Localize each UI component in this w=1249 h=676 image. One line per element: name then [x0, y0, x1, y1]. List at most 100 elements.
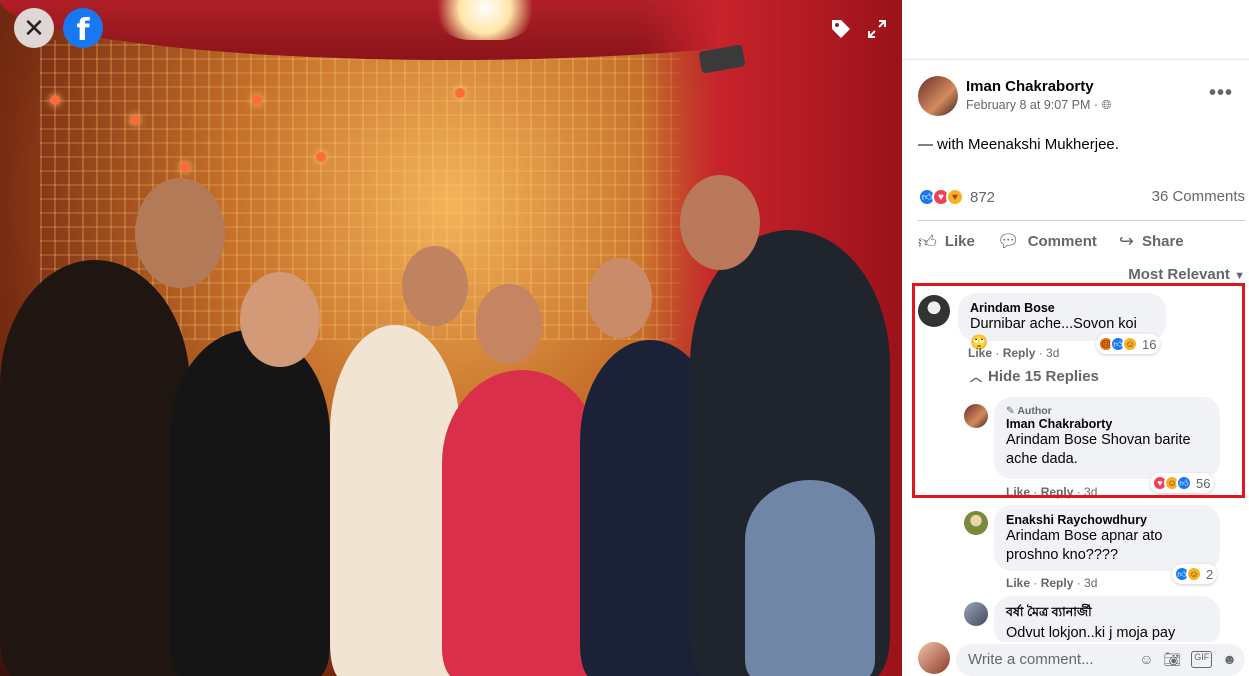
reply-reply-link[interactable]: Reply — [1041, 485, 1074, 499]
reply-reactions[interactable]: 👍︎ ☺ 2 — [1172, 564, 1218, 584]
comment-reactions[interactable]: ☹ 👍︎ ☺ 16 — [1096, 334, 1161, 354]
comment-meta: Like · Reply · 3d — [968, 346, 1060, 360]
reply-meta: Like · Reply · 3d — [1006, 485, 1098, 499]
photo-lamp — [252, 95, 262, 105]
reply-time[interactable]: 3d — [1084, 576, 1097, 590]
avatar[interactable] — [918, 642, 950, 674]
post-with-line: — with Meenakshi Mukherjee. — [918, 136, 1119, 153]
comment-time[interactable]: 3d — [1046, 346, 1059, 360]
with-suffix: . — [1114, 136, 1119, 153]
comment-like-link[interactable]: Like — [968, 346, 992, 360]
photo-lamp — [455, 88, 465, 98]
caret-down-icon: ▼ — [1234, 270, 1245, 282]
hide-replies-button[interactable]: ︿ Hide 15 Replies — [970, 368, 1099, 385]
avatar[interactable] — [918, 295, 950, 327]
mention-link[interactable]: Arindam Bose — [1006, 528, 1097, 544]
more-options-button[interactable]: ••• — [1209, 82, 1233, 105]
panel-top-bar — [902, 0, 1249, 60]
speech-bubble-icon: 💬︎ — [996, 231, 1020, 251]
comment-sort-dropdown[interactable]: Most Relevant ▼ — [1128, 266, 1245, 283]
photo-lamp — [316, 152, 326, 162]
post-side-panel: Iman Chakraborty February 8 at 9:07 PM ·… — [902, 0, 1249, 676]
reply-text: Odvut lokjon..ki j moja pay — [1006, 625, 1176, 641]
like-button[interactable]: 👍︎ Like — [918, 231, 975, 253]
share-arrow-icon: ↪ — [1118, 231, 1134, 251]
reply-reaction-count: 56 — [1196, 475, 1211, 491]
facebook-logo-letter: f — [76, 12, 90, 48]
reply-meta: Like · Reply · 3d — [1006, 576, 1098, 590]
photo-person-jeans — [745, 480, 875, 676]
reply-text: Arindam Bose Shovan barite ache dada. — [1006, 431, 1208, 469]
comment-author-name[interactable]: Arindam Bose — [970, 301, 1154, 315]
expand-button[interactable] — [864, 16, 890, 42]
comment-reply-link[interactable]: Reply — [1003, 346, 1036, 360]
thumbs-up-icon: 👍︎ — [918, 231, 937, 252]
haha-reaction-icon: ☺ — [1122, 336, 1138, 352]
comment-button[interactable]: 💬︎ Comment — [997, 231, 1097, 252]
author-badge: ✎ Author — [1006, 405, 1208, 417]
like-label: Like — [944, 233, 975, 250]
reply-reply-link[interactable]: Reply — [1041, 576, 1074, 590]
reply-bubble: বর্ষা মৈত্র ব্যানার্জী Odvut lokjon..ki … — [994, 596, 1220, 646]
gif-icon[interactable]: GIF — [1191, 651, 1213, 668]
comment-label: Comment — [1027, 233, 1097, 250]
comment-text-body: Durnibar ache...Sovon koi — [970, 316, 1137, 332]
reply-like-link[interactable]: Like — [1006, 485, 1030, 499]
chevron-up-icon: ︿ — [970, 370, 983, 384]
globe-icon: 🌐︎ — [1101, 98, 1112, 112]
photo-person — [442, 370, 602, 676]
photo-person-head — [680, 175, 760, 270]
reply-author-name[interactable]: Enakshi Raychowdhury — [1006, 513, 1208, 527]
avatar[interactable] — [918, 76, 958, 116]
share-button[interactable]: ↪ Share — [1119, 231, 1184, 252]
author-badge-label: Author — [1017, 405, 1052, 417]
avatar[interactable] — [964, 602, 988, 626]
avatar[interactable] — [964, 404, 988, 428]
photo-person-head — [240, 272, 320, 367]
haha-reaction-icon: ☺ — [1186, 566, 1202, 582]
like-reaction-icon: 👍︎ — [1176, 475, 1192, 491]
avatar[interactable] — [964, 511, 988, 535]
photo-viewer[interactable]: ✕ f — [0, 0, 902, 676]
mention-link[interactable]: Arindam Bose — [1006, 432, 1097, 448]
expand-icon — [868, 20, 886, 38]
sort-label: Most Relevant — [1128, 266, 1230, 283]
post-reactions[interactable]: 👍︎ ♥ ♥ 872 — [918, 188, 995, 206]
photo-person-head — [402, 246, 468, 326]
post-action-bar: 👍︎ Like 💬︎ Comment ↪ Share — [918, 220, 1245, 262]
tagged-person-link[interactable]: Meenakshi Mukherjee — [968, 136, 1115, 153]
reply-author-name[interactable]: Iman Chakraborty — [1006, 417, 1208, 431]
photo-lamp — [130, 115, 140, 125]
reply-author-name[interactable]: বর্ষা মৈত্র ব্যানার্জী — [1006, 604, 1208, 624]
reply-time[interactable]: 3d — [1084, 485, 1097, 499]
comment-input-tools: ☺ 📷︎ GIF ☻ — [1139, 651, 1237, 668]
post-date[interactable]: February 8 at 9:07 PM · 🌐︎ — [966, 98, 1112, 113]
photo-lamp — [50, 95, 60, 105]
comments-count-link[interactable]: 36 Comments — [1152, 188, 1245, 205]
post-author-name[interactable]: Iman Chakraborty — [966, 78, 1094, 95]
photo-person — [0, 260, 190, 676]
with-prefix: — with — [918, 136, 969, 153]
care-reaction-icon: ♥ — [946, 188, 964, 206]
reply-like-link[interactable]: Like — [1006, 576, 1030, 590]
tag-icon — [832, 20, 850, 38]
photo-person — [330, 325, 460, 676]
close-icon: ✕ — [23, 13, 45, 43]
reply-bubble: ✎ Author Iman Chakraborty Arindam Bose S… — [994, 397, 1220, 479]
camera-icon[interactable]: 📷︎ — [1163, 651, 1181, 668]
reply-reactions[interactable]: ♥ ☺ 👍︎ 56 — [1150, 473, 1215, 493]
photo-person-head — [588, 258, 652, 338]
sticker-icon[interactable]: ☻ — [1222, 651, 1237, 668]
write-comment-bar: Write a comment... ☺ 📷︎ GIF ☻ — [902, 642, 1249, 676]
facebook-logo[interactable]: f — [63, 8, 103, 48]
comment-reaction-count: 16 — [1142, 336, 1157, 352]
post-header — [918, 76, 958, 116]
emoji-icon[interactable]: ☺ — [1139, 651, 1153, 668]
tag-button[interactable] — [828, 16, 854, 42]
close-button[interactable]: ✕ — [14, 8, 54, 48]
pencil-icon: ✎ — [1006, 405, 1015, 417]
photo-person — [170, 330, 330, 676]
hide-replies-label: Hide 15 Replies — [988, 368, 1099, 385]
reply-text: Arindam Bose apnar ato proshno kno???? — [1006, 527, 1208, 565]
post-date-text: February 8 at 9:07 PM · — [966, 98, 1102, 112]
